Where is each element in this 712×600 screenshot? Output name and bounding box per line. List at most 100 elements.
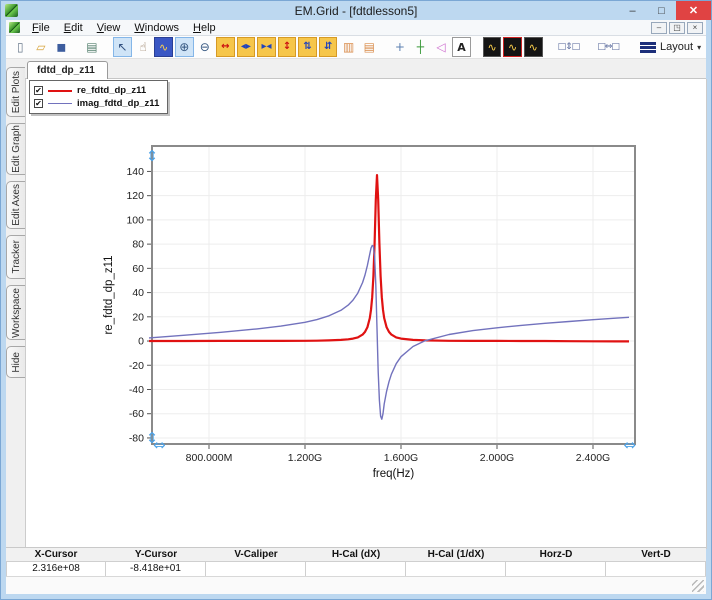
expand-x-icon[interactable]: ↔	[216, 37, 235, 57]
scale-x-out-icon[interactable]: ◂▸	[236, 37, 256, 57]
sidebar-tab-workspace[interactable]: Workspace	[6, 285, 25, 340]
sidebar-tab-label: Edit Graph	[10, 125, 22, 173]
scale-y-in-icon[interactable]: ⇵	[318, 37, 338, 57]
legend-item: ✔ imag_fdtd_dp_z11	[34, 97, 159, 110]
split-vertical-icon[interactable]: ▥	[339, 37, 358, 57]
y-tick-label: 120	[126, 190, 144, 202]
expand-y-icon[interactable]: ↕	[277, 37, 297, 57]
mdi-close-button[interactable]: ×	[687, 21, 703, 34]
zoom-window-icon[interactable]: ∿	[154, 37, 173, 57]
menu-file[interactable]: File	[25, 21, 57, 35]
menu-windows[interactable]: Windows	[127, 21, 186, 35]
mdi-minimize-button[interactable]: –	[651, 21, 667, 34]
open-folder-icon[interactable]: ▱	[32, 37, 51, 57]
layout-bars-icon	[640, 41, 657, 53]
y-tick-label: 40	[132, 287, 144, 299]
x-tick-label: 1.200G	[288, 452, 322, 464]
status-value: -8.418e+01	[106, 561, 206, 577]
plot-canvas[interactable]: 800.000M 1.200G 1.600G 2.000G 2.400G -80 -60 -4…	[26, 79, 708, 549]
sidebar-tab-hide[interactable]: Hide	[6, 346, 25, 378]
sidebar-tab-tracker[interactable]: Tracker	[6, 235, 25, 279]
window-title: EM.Grid - [fdtdlesson5]	[294, 3, 418, 18]
layout-label: Layout	[660, 41, 694, 53]
scale-x-in-icon[interactable]: ▸◂	[257, 37, 276, 57]
graph-style-icon[interactable]: ∿	[503, 37, 522, 57]
status-header: Vert-D	[641, 549, 671, 560]
x-cursor-left-icon[interactable]: ⇔	[153, 436, 166, 454]
legend-checkbox[interactable]: ✔	[34, 86, 43, 95]
menu-help[interactable]: Help	[186, 21, 223, 35]
status-value	[406, 561, 506, 577]
document-logo-icon	[9, 22, 20, 33]
split-horizontal-icon[interactable]: ▤	[360, 37, 379, 57]
sidebar-tab-edit-graph[interactable]: Edit Graph	[6, 123, 25, 175]
text-annotation-icon[interactable]: A	[452, 37, 471, 57]
minimize-button[interactable]: –	[618, 1, 647, 20]
legend-label: imag_fdtd_dp_z11	[77, 98, 160, 109]
sidebar-tab-label: Edit Axes	[10, 184, 22, 226]
x-tick-label: 2.400G	[576, 452, 610, 464]
plot-frame	[151, 145, 636, 445]
print-icon[interactable]: ▤	[83, 37, 102, 57]
equal-v-spacing-icon[interactable]: □⇕□	[555, 37, 583, 57]
status-header: Y-Cursor	[134, 549, 178, 560]
y-tick-label: 20	[132, 311, 144, 323]
select-arrow-icon[interactable]: ↖	[113, 37, 132, 57]
x-axis-label: freq(Hz)	[373, 468, 415, 480]
x-tick-label: 1.600G	[384, 452, 418, 464]
caliper-icon[interactable]: ◁	[432, 37, 451, 57]
sidebar-tab-edit-axes[interactable]: Edit Axes	[6, 181, 25, 229]
chevron-down-icon: ▾	[697, 42, 702, 52]
close-button[interactable]: ✕	[676, 1, 711, 20]
status-strip	[6, 576, 706, 594]
new-file-icon[interactable]: ▯	[11, 37, 30, 57]
status-header: Horz-D	[539, 549, 573, 560]
menu-edit[interactable]: Edit	[57, 21, 90, 35]
x-tick-label: 2.000G	[480, 452, 514, 464]
sidebar-tab-label: Edit Plots	[10, 70, 22, 114]
status-value	[206, 561, 306, 577]
zoom-in-icon[interactable]: ⊕	[174, 37, 194, 57]
mdi-restore-button[interactable]: ◳	[669, 21, 685, 34]
legend-label: re_fdtd_dp_z11	[77, 85, 147, 96]
copy-graph-icon[interactable]: ∿	[482, 37, 502, 57]
status-header: V-Caliper	[234, 549, 278, 560]
plot-legend: ✔ re_fdtd_dp_z11 ✔ imag_fdtd_dp_z11	[29, 80, 169, 114]
legend-checkbox[interactable]: ✔	[34, 99, 43, 108]
save-icon[interactable]: ◼	[52, 37, 71, 57]
sidebar-tab-label: Hide	[10, 351, 22, 373]
y-tick-label: 60	[132, 263, 144, 275]
resize-grip[interactable]	[692, 580, 704, 592]
scale-y-out-icon[interactable]: ⇅	[298, 37, 317, 57]
tab-fdtd-dp-z11[interactable]: fdtd_dp_z11	[27, 61, 108, 79]
sidebar-tab-edit-plots[interactable]: Edit Plots	[6, 67, 25, 117]
maximize-button[interactable]: □	[647, 1, 676, 20]
y-tick-label: 80	[132, 239, 144, 251]
new-graph-icon[interactable]: ∿	[523, 37, 543, 57]
sidebar: Edit Plots Edit Graph Edit Axes Tracker Work…	[6, 59, 25, 547]
titlebar: EM.Grid - [fdtdlesson5] – □ ✕	[1, 1, 711, 20]
sidebar-tab-label: Tracker	[10, 240, 22, 274]
tracker-axes-icon[interactable]: ┼	[411, 37, 430, 57]
legend-item: ✔ re_fdtd_dp_z11	[34, 84, 159, 97]
y-tick-label: 0	[138, 336, 144, 348]
menu-view[interactable]: View	[90, 21, 128, 35]
document-tabbar: fdtd_dp_z11	[25, 59, 706, 79]
status-header: X-Cursor	[34, 549, 78, 560]
status-value	[306, 561, 406, 577]
x-cursor-right-icon[interactable]: ⇔	[623, 436, 636, 454]
pan-hand-icon[interactable]: ☝	[134, 37, 153, 57]
equal-h-spacing-icon[interactable]: □⇔□	[594, 37, 622, 57]
app-window: EM.Grid - [fdtdlesson5] – □ ✕ File Edit …	[0, 0, 712, 600]
status-value	[506, 561, 606, 577]
y-tick-label: 140	[126, 166, 144, 178]
status-header: H-Cal (1/dX)	[427, 549, 485, 560]
y-tick-label: -80	[129, 432, 144, 444]
status-value	[606, 561, 706, 577]
layout-dropdown[interactable]: Layout ▾	[635, 39, 706, 55]
y-tick-label: 100	[126, 214, 144, 226]
y-cursor-top-icon[interactable]: ⇕	[146, 147, 159, 165]
legend-line-sample	[48, 103, 72, 104]
zoom-out-icon[interactable]: ⊖	[196, 37, 215, 57]
crosshair-icon[interactable]: +	[391, 37, 410, 57]
